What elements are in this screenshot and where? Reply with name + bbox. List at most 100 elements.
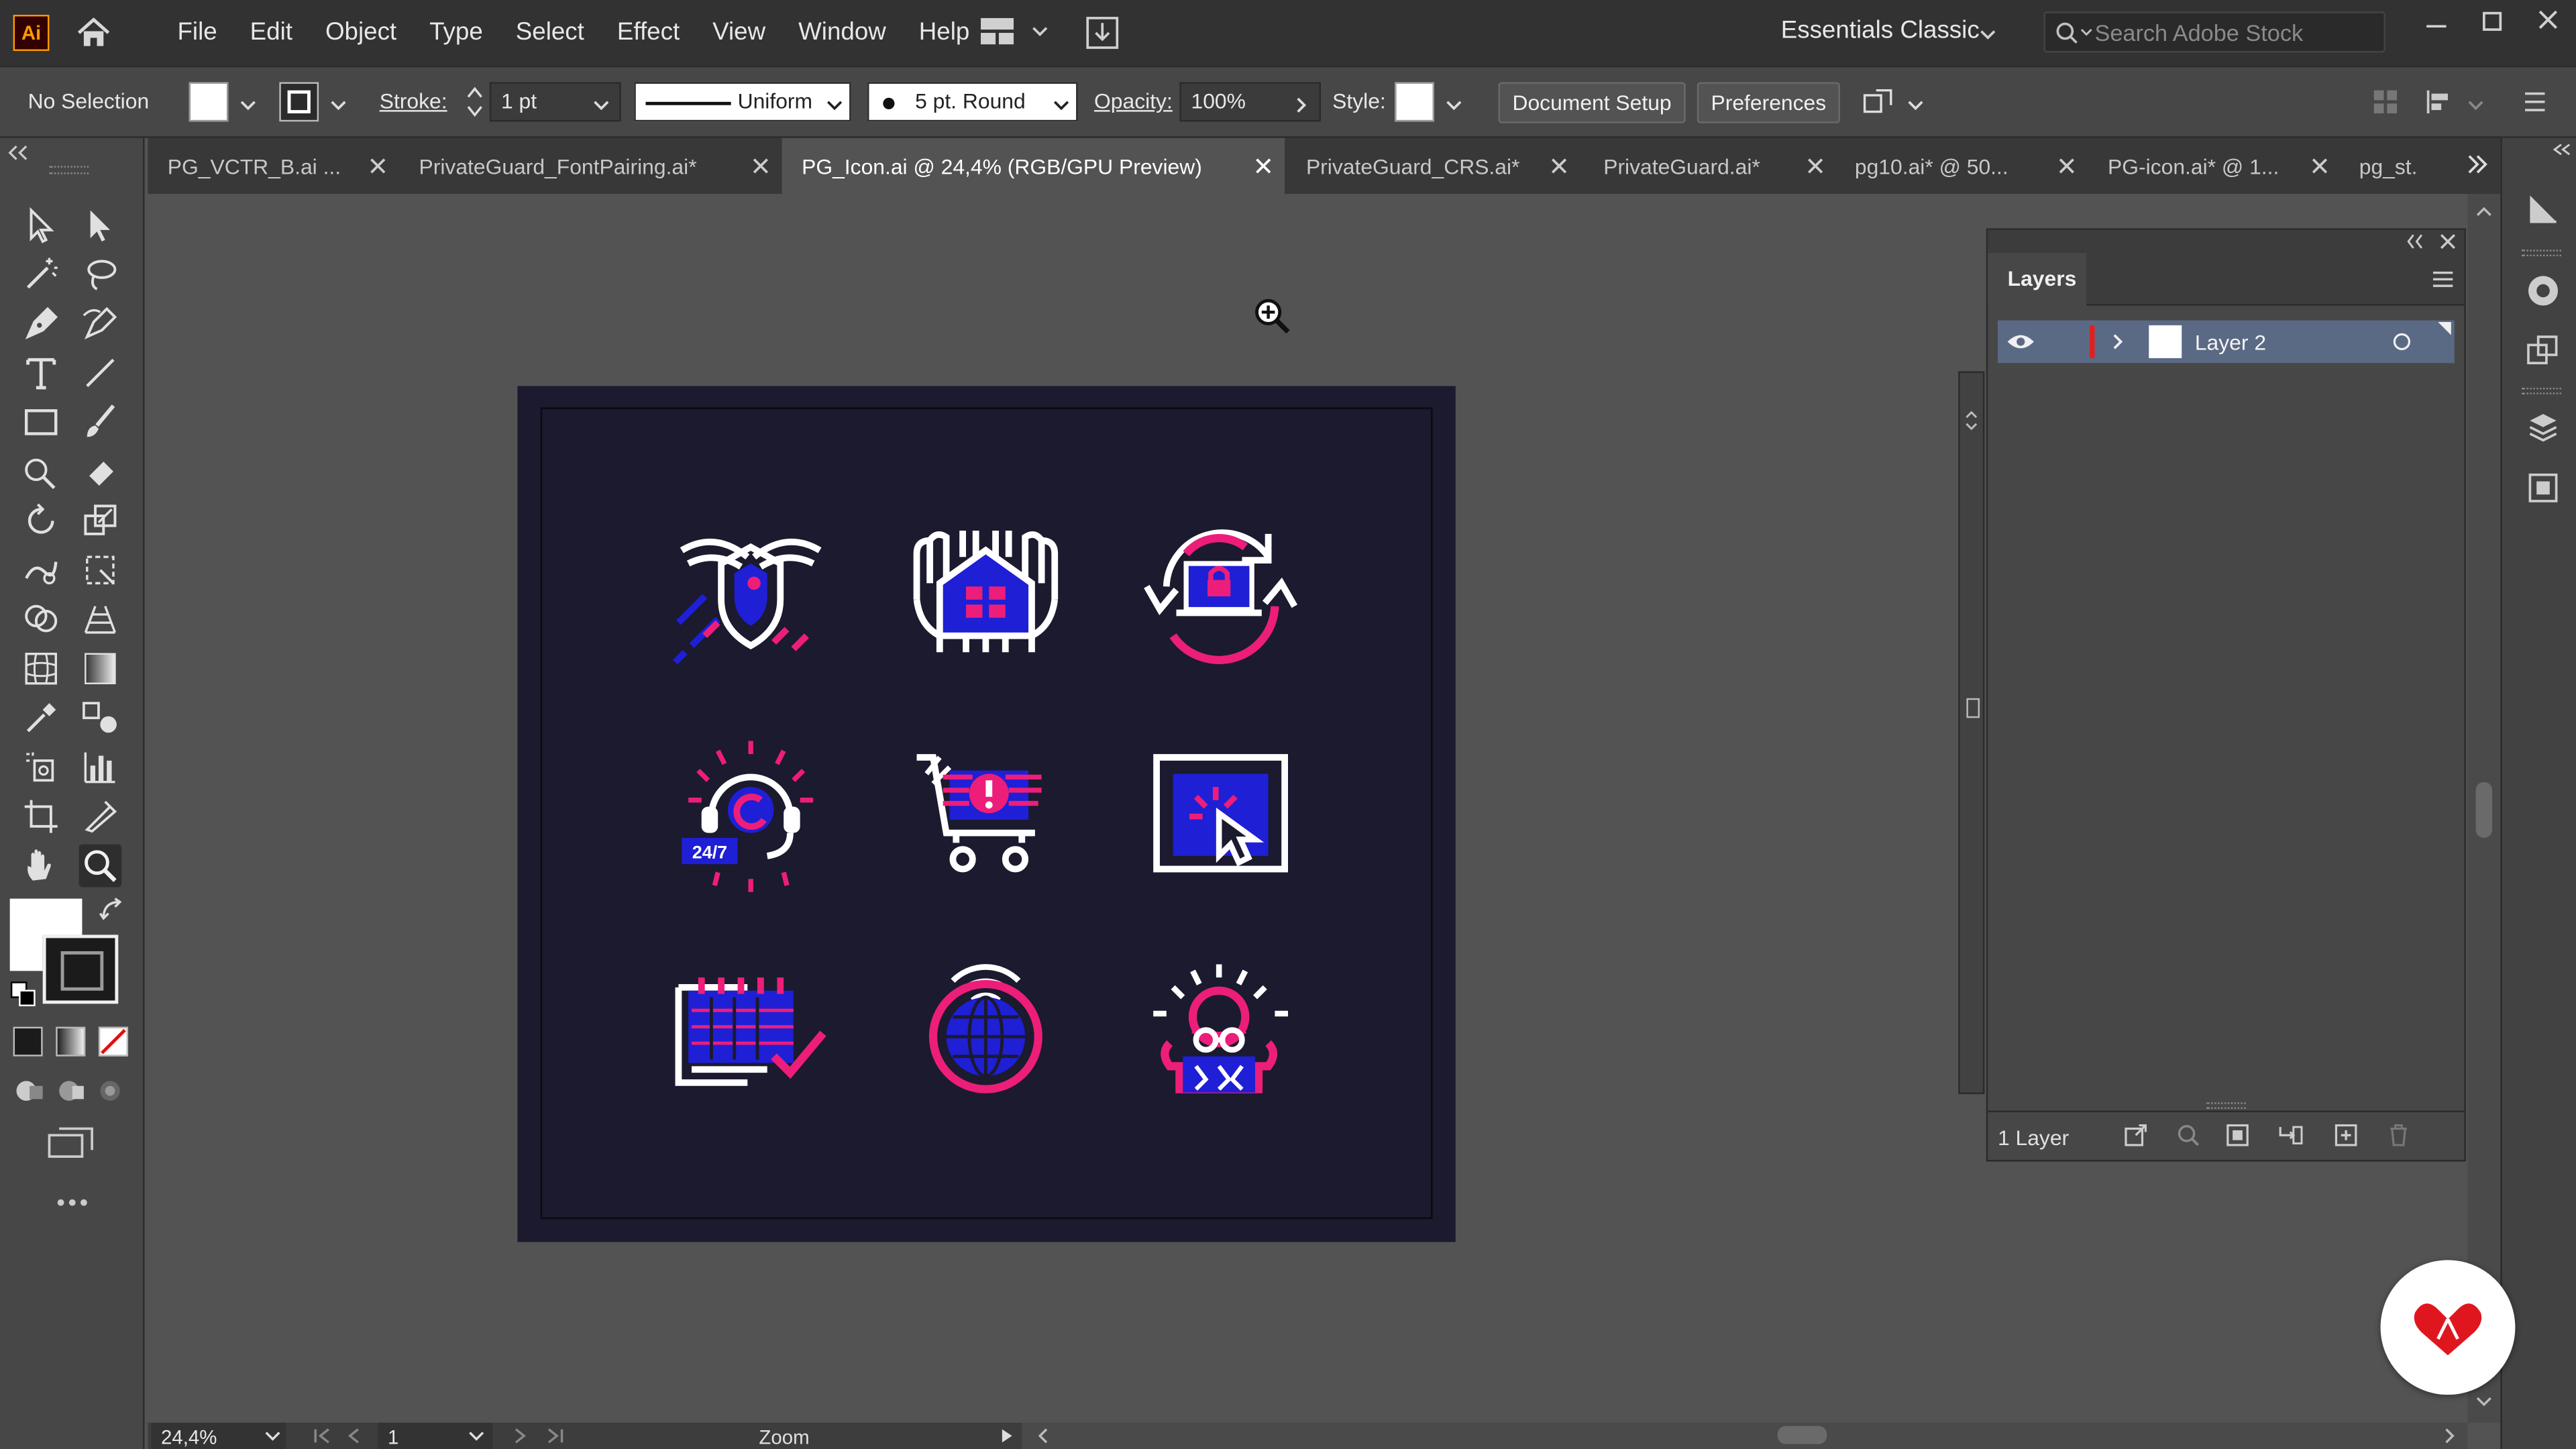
rectangle-tool-icon[interactable] xyxy=(19,401,62,444)
tab-pg-icon-2[interactable]: PG-icon.ai* @ 1... xyxy=(2088,138,2338,194)
hands-house-icon[interactable] xyxy=(904,517,1068,682)
first-artboard-icon[interactable] xyxy=(312,1428,331,1444)
pen-tool-icon[interactable] xyxy=(19,303,62,345)
chevron-down-icon[interactable] xyxy=(592,94,611,113)
share-icon[interactable] xyxy=(1084,15,1120,51)
clipping-mask-icon[interactable] xyxy=(2224,1122,2251,1148)
close-icon[interactable] xyxy=(1805,156,1825,176)
trash-icon[interactable] xyxy=(2385,1122,2412,1148)
close-icon[interactable] xyxy=(368,156,388,176)
search-icon[interactable] xyxy=(2175,1122,2201,1148)
variable-width-profile[interactable]: Uniform xyxy=(634,82,851,122)
collapsed-panel-strip[interactable] xyxy=(1958,371,1985,1095)
chevron-left-icon[interactable] xyxy=(1035,1428,1051,1444)
double-chevron-right-icon[interactable] xyxy=(2464,151,2490,177)
vertical-scrollbar[interactable] xyxy=(2467,193,2501,1423)
color-mode-icon[interactable] xyxy=(13,1026,43,1057)
vertical-scroll-thumb[interactable] xyxy=(2475,782,2493,838)
chevron-down-icon[interactable] xyxy=(467,1428,486,1444)
next-artboard-icon[interactable] xyxy=(513,1428,529,1444)
warp-tool-icon[interactable] xyxy=(19,549,62,592)
stroke-stepper-icon[interactable] xyxy=(465,84,484,120)
stroke-label[interactable]: Stroke: xyxy=(380,89,447,113)
close-icon[interactable] xyxy=(2310,156,2329,176)
menu-edit[interactable]: Edit xyxy=(233,0,309,66)
rotate-tool-icon[interactable] xyxy=(19,499,62,542)
chevron-down-icon[interactable] xyxy=(2466,94,2485,113)
chevron-down-icon[interactable] xyxy=(1978,23,1998,42)
magic-wand-tool-icon[interactable] xyxy=(19,253,62,296)
tab-pg-st[interactable]: pg_st. xyxy=(2339,138,2448,194)
fill-swatch[interactable] xyxy=(189,82,229,122)
scale-tool-icon[interactable] xyxy=(79,499,122,542)
layer-row[interactable]: Layer 2 xyxy=(1997,320,2455,364)
libraries-panel-icon[interactable] xyxy=(2525,411,2561,447)
chevron-up-icon[interactable] xyxy=(2474,204,2493,220)
tab-pg10[interactable]: pg10.ai* @ 50... xyxy=(1835,138,2085,194)
opacity-label[interactable]: Opacity: xyxy=(1094,89,1173,113)
home-icon[interactable] xyxy=(76,16,112,49)
zoom-tool-icon[interactable] xyxy=(78,844,122,888)
panel-icon[interactable] xyxy=(1966,698,1980,718)
shape-builder-tool-icon[interactable] xyxy=(19,598,62,641)
menu-window[interactable]: Window xyxy=(782,0,903,66)
cart-alert-icon[interactable] xyxy=(907,735,1071,899)
expand-panels-icon[interactable] xyxy=(2551,142,2571,158)
panel-resize-grip[interactable] xyxy=(2206,1102,2246,1110)
close-window-button[interactable] xyxy=(2527,7,2570,40)
menu-object[interactable]: Object xyxy=(309,0,413,66)
tab-privateguard-crs[interactable]: PrivateGuard_CRS.ai* xyxy=(1287,138,1579,194)
play-triangle-icon[interactable] xyxy=(999,1428,1015,1444)
paintbrush-tool-icon[interactable] xyxy=(79,401,122,444)
slice-tool-icon[interactable] xyxy=(79,795,122,838)
gradient-mode-icon[interactable] xyxy=(56,1026,86,1057)
asset-export-icon[interactable] xyxy=(2525,470,2561,506)
chevron-down-icon[interactable] xyxy=(1051,94,1071,113)
preferences-button[interactable]: Preferences xyxy=(1697,82,1840,123)
scroll-arrows-icon[interactable] xyxy=(1965,409,1978,432)
close-icon[interactable] xyxy=(2438,231,2457,251)
chevron-down-icon[interactable] xyxy=(263,1428,282,1444)
global-signal-icon[interactable] xyxy=(904,958,1068,1122)
export-icon[interactable] xyxy=(2123,1122,2149,1148)
none-mode-icon[interactable] xyxy=(98,1026,129,1057)
panel-menu-icon[interactable] xyxy=(2522,91,2548,113)
tab-pg-icon[interactable]: PG_Icon.ai @ 24,4% (RGB/GPU Preview) xyxy=(782,138,1285,194)
selection-tool-icon[interactable] xyxy=(19,204,62,247)
type-tool-icon[interactable] xyxy=(19,352,62,394)
panel-grip[interactable] xyxy=(2522,387,2561,394)
close-icon[interactable] xyxy=(1549,156,1568,176)
direct-selection-tool-icon[interactable] xyxy=(79,204,122,247)
horizontal-scrollbar[interactable] xyxy=(1022,1422,2468,1449)
symbol-sprayer-tool-icon[interactable] xyxy=(19,746,62,789)
curvature-tool-icon[interactable] xyxy=(79,303,122,345)
align-grid-icon[interactable] xyxy=(2372,89,2398,115)
mesh-tool-icon[interactable] xyxy=(19,647,62,690)
horizontal-scroll-thumb[interactable] xyxy=(1777,1426,1827,1444)
stroke-swatch[interactable] xyxy=(279,82,319,122)
color-panel-icon[interactable] xyxy=(2525,273,2561,309)
align-icon[interactable] xyxy=(2425,89,2455,115)
tab-privateguard-fontpairing[interactable]: PrivateGuard_FontPairing.ai* xyxy=(399,138,780,194)
target-circle-icon[interactable] xyxy=(2392,332,2412,352)
minimize-button[interactable] xyxy=(2415,7,2458,40)
panel-menu-icon[interactable] xyxy=(2431,270,2454,289)
document-setup-button[interactable]: Document Setup xyxy=(1498,82,1686,123)
panel-grip[interactable] xyxy=(49,166,89,174)
eyedropper-tool-icon[interactable] xyxy=(19,696,62,739)
artboard-tool-icon[interactable] xyxy=(19,795,62,838)
draw-inside-icon[interactable] xyxy=(95,1076,128,1106)
eye-visibility-icon[interactable] xyxy=(2006,332,2035,352)
support-headset-icon[interactable]: 24/7 xyxy=(669,735,833,899)
new-layer-icon[interactable] xyxy=(2333,1122,2359,1148)
lasso-tool-icon[interactable] xyxy=(79,253,122,296)
graphic-style-swatch[interactable] xyxy=(1395,82,1434,122)
winged-shield-icon[interactable] xyxy=(669,515,833,679)
default-fill-stroke-icon[interactable] xyxy=(10,981,36,1007)
menu-type[interactable]: Type xyxy=(413,0,500,66)
layer-name[interactable]: Layer 2 xyxy=(2195,330,2266,355)
close-icon[interactable] xyxy=(2057,156,2076,176)
perspective-grid-tool-icon[interactable] xyxy=(79,598,122,641)
arrange-documents-icon[interactable] xyxy=(979,16,1016,46)
more-tools-icon[interactable] xyxy=(52,1189,92,1206)
